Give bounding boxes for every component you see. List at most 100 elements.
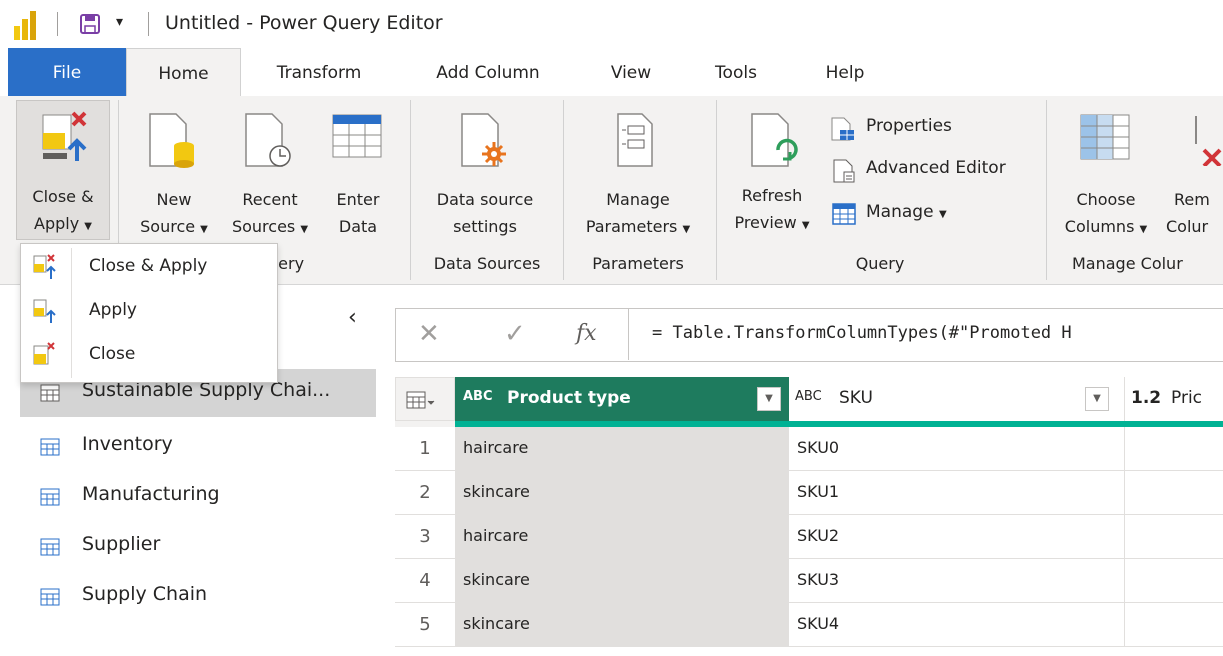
menu-item-label: Close & Apply: [89, 256, 208, 276]
query-label: Inventory: [82, 433, 173, 455]
recent-sources-label-line1: Recent: [242, 190, 298, 209]
column-header-sku[interactable]: ABC SKU ▼: [789, 377, 1125, 421]
cell-price[interactable]: [1125, 603, 1223, 647]
tab-add-column[interactable]: Add Column: [415, 48, 561, 96]
close-apply-button[interactable]: Close & Apply ▼: [16, 100, 110, 240]
cell-product-type[interactable]: haircare: [455, 515, 789, 559]
column-header-product-type[interactable]: ABC Product type ▼: [455, 377, 789, 421]
tab-file[interactable]: File: [8, 48, 126, 96]
chevron-down-icon: ▼: [938, 209, 947, 220]
cell-sku[interactable]: SKU0: [789, 427, 1125, 471]
choose-columns-button[interactable]: Choose Columns ▼: [1054, 100, 1158, 238]
menu-item-close-apply[interactable]: Close & Apply: [21, 246, 277, 290]
table-icon: [406, 391, 435, 409]
cell-product-type[interactable]: skincare: [455, 471, 789, 515]
query-label: Manufacturing: [82, 483, 220, 505]
advanced-editor-button[interactable]: Advanced Editor: [830, 156, 1040, 186]
column-header-price[interactable]: 1.2 Pric: [1125, 377, 1223, 421]
cell-price[interactable]: [1125, 559, 1223, 603]
manage-parameters-label-line2: Parameters: [585, 217, 678, 236]
data-source-settings-button[interactable]: Data source settings: [418, 100, 552, 238]
row-number: 4: [395, 559, 455, 603]
remove-columns-button[interactable]: Rem Colur: [1162, 100, 1223, 238]
query-label: Supplier: [82, 533, 161, 555]
fx-icon[interactable]: fx: [576, 321, 597, 346]
formula-input[interactable]: = Table.TransformColumnTypes(#"Promoted …: [652, 323, 1072, 343]
table-menu-button[interactable]: [395, 377, 455, 421]
tab-help[interactable]: Help: [810, 48, 880, 96]
cell-price[interactable]: [1125, 515, 1223, 559]
recent-sources-button[interactable]: Recent Sources ▼: [220, 100, 320, 238]
column-filter-dropdown[interactable]: ▼: [1085, 387, 1109, 411]
group-separator: [410, 100, 411, 280]
query-label: Supply Chain: [82, 583, 208, 605]
query-item[interactable]: Inventory: [20, 423, 376, 471]
collapse-pane-icon[interactable]: ‹: [348, 305, 357, 330]
close-icon: [33, 342, 55, 365]
row-number: 1: [395, 427, 455, 471]
new-source-label-line1: New: [156, 190, 192, 209]
close-apply-label-line2: Apply: [34, 214, 80, 233]
group-separator: [563, 100, 564, 280]
manage-parameters-label-line1: Manage: [606, 190, 670, 209]
refresh-preview-button[interactable]: Refresh Preview ▼: [724, 100, 820, 238]
manage-parameters-button[interactable]: Manage Parameters ▼: [570, 100, 706, 238]
tab-view[interactable]: View: [596, 48, 666, 96]
choose-columns-icon: [1080, 114, 1130, 160]
remove-columns-label-line1: Rem: [1174, 190, 1210, 209]
menu-item-apply[interactable]: Apply: [21, 290, 277, 334]
table-icon: [40, 588, 60, 606]
manage-label: Manage: [866, 202, 934, 222]
tab-home[interactable]: Home: [126, 48, 241, 97]
confirm-formula-icon[interactable]: ✓: [504, 319, 526, 349]
cancel-formula-icon[interactable]: ✕: [418, 319, 440, 349]
properties-label: Properties: [866, 116, 952, 136]
new-source-icon: [149, 113, 194, 168]
query-item[interactable]: Supplier: [20, 523, 376, 571]
cell-product-type[interactable]: skincare: [455, 603, 789, 647]
ribbon-tab-bar: File Home Transform Add Column View Tool…: [0, 48, 1223, 97]
title-bar: ▾ Untitled - Power Query Editor: [0, 0, 1223, 48]
quick-access-dropdown[interactable]: ▾: [116, 14, 123, 30]
advanced-editor-icon: [833, 159, 855, 183]
choose-columns-label-line1: Choose: [1076, 190, 1136, 209]
table-icon: [332, 114, 382, 158]
group-separator: [1046, 100, 1047, 280]
cell-product-type[interactable]: skincare: [455, 559, 789, 603]
cell-product-type[interactable]: haircare: [455, 427, 789, 471]
tab-transform[interactable]: Transform: [254, 48, 384, 96]
column-header-label: SKU: [839, 388, 873, 408]
menu-item-label: Apply: [89, 300, 137, 320]
chevron-down-icon: ▼: [300, 224, 309, 235]
refresh-icon: [751, 113, 798, 167]
new-source-label-line2: Source: [140, 217, 196, 236]
cell-sku[interactable]: SKU2: [789, 515, 1125, 559]
cell-price[interactable]: [1125, 427, 1223, 471]
enter-data-label-line2: Data: [338, 217, 378, 236]
enter-data-button[interactable]: Enter Data: [322, 100, 394, 238]
chevron-down-icon: ▼: [200, 224, 208, 235]
menu-item-close[interactable]: Close: [21, 334, 277, 378]
column-filter-dropdown[interactable]: ▼: [757, 387, 781, 411]
properties-icon: [831, 117, 854, 141]
cell-sku[interactable]: SKU3: [789, 559, 1125, 603]
advanced-editor-label: Advanced Editor: [866, 158, 1006, 178]
save-icon[interactable]: [80, 14, 100, 34]
tab-tools[interactable]: Tools: [700, 48, 772, 96]
properties-button[interactable]: Properties: [830, 114, 980, 144]
cell-sku[interactable]: SKU4: [789, 603, 1125, 647]
remove-columns-icon: [1195, 116, 1222, 166]
apply-icon: [33, 299, 56, 323]
manage-button[interactable]: Manage ▼: [830, 200, 980, 230]
cell-price[interactable]: [1125, 471, 1223, 515]
group-label-parameters: Parameters: [592, 254, 684, 273]
query-item[interactable]: Manufacturing: [20, 473, 376, 521]
query-item[interactable]: Supply Chain: [20, 573, 376, 621]
new-source-button[interactable]: New Source ▼: [128, 100, 220, 238]
remove-columns-label-line2: Colur: [1166, 217, 1209, 236]
row-number: 5: [395, 603, 455, 647]
group-separator: [716, 100, 717, 280]
table-icon: [40, 488, 60, 506]
chevron-down-icon: ▼: [84, 221, 92, 232]
cell-sku[interactable]: SKU1: [789, 471, 1125, 515]
